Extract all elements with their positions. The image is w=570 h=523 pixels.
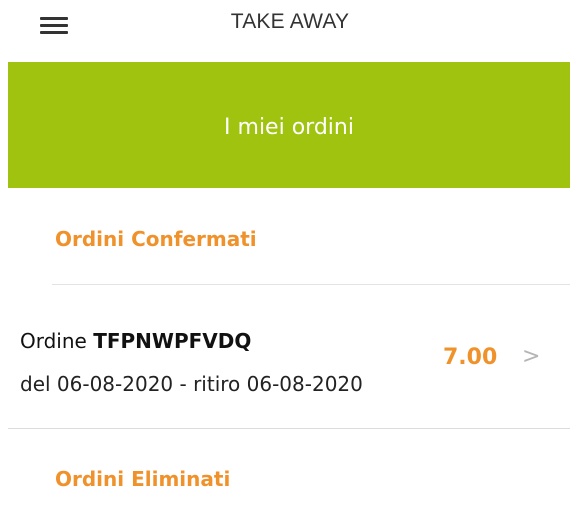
section-title-deleted-orders: Ordini Eliminati: [55, 467, 231, 491]
section-title-confirmed-orders: Ordini Confermati: [55, 227, 257, 251]
page-banner: I miei ordini: [8, 62, 570, 188]
hamburger-menu-icon[interactable]: [40, 11, 70, 35]
order-prefix: Ordine: [20, 329, 94, 353]
app-title: TAKE AWAY: [230, 10, 350, 33]
divider: [52, 284, 570, 285]
menu-line: [40, 31, 68, 34]
order-amount: 7.00: [443, 345, 498, 370]
top-app-bar: TAKE AWAY: [0, 0, 570, 46]
order-title: Ordine TFPNWPFVDQ: [20, 329, 251, 353]
divider: [8, 428, 570, 429]
menu-line: [40, 17, 68, 20]
order-dates: del 06-08-2020 - ritiro 06-08-2020: [20, 372, 363, 396]
menu-line: [40, 24, 68, 27]
page-title: I miei ordini: [224, 114, 354, 140]
order-list-item[interactable]: Ordine TFPNWPFVDQ del 06-08-2020 - ritir…: [0, 286, 570, 426]
order-code: TFPNWPFVDQ: [93, 329, 252, 353]
chevron-right-icon: >: [522, 344, 541, 369]
